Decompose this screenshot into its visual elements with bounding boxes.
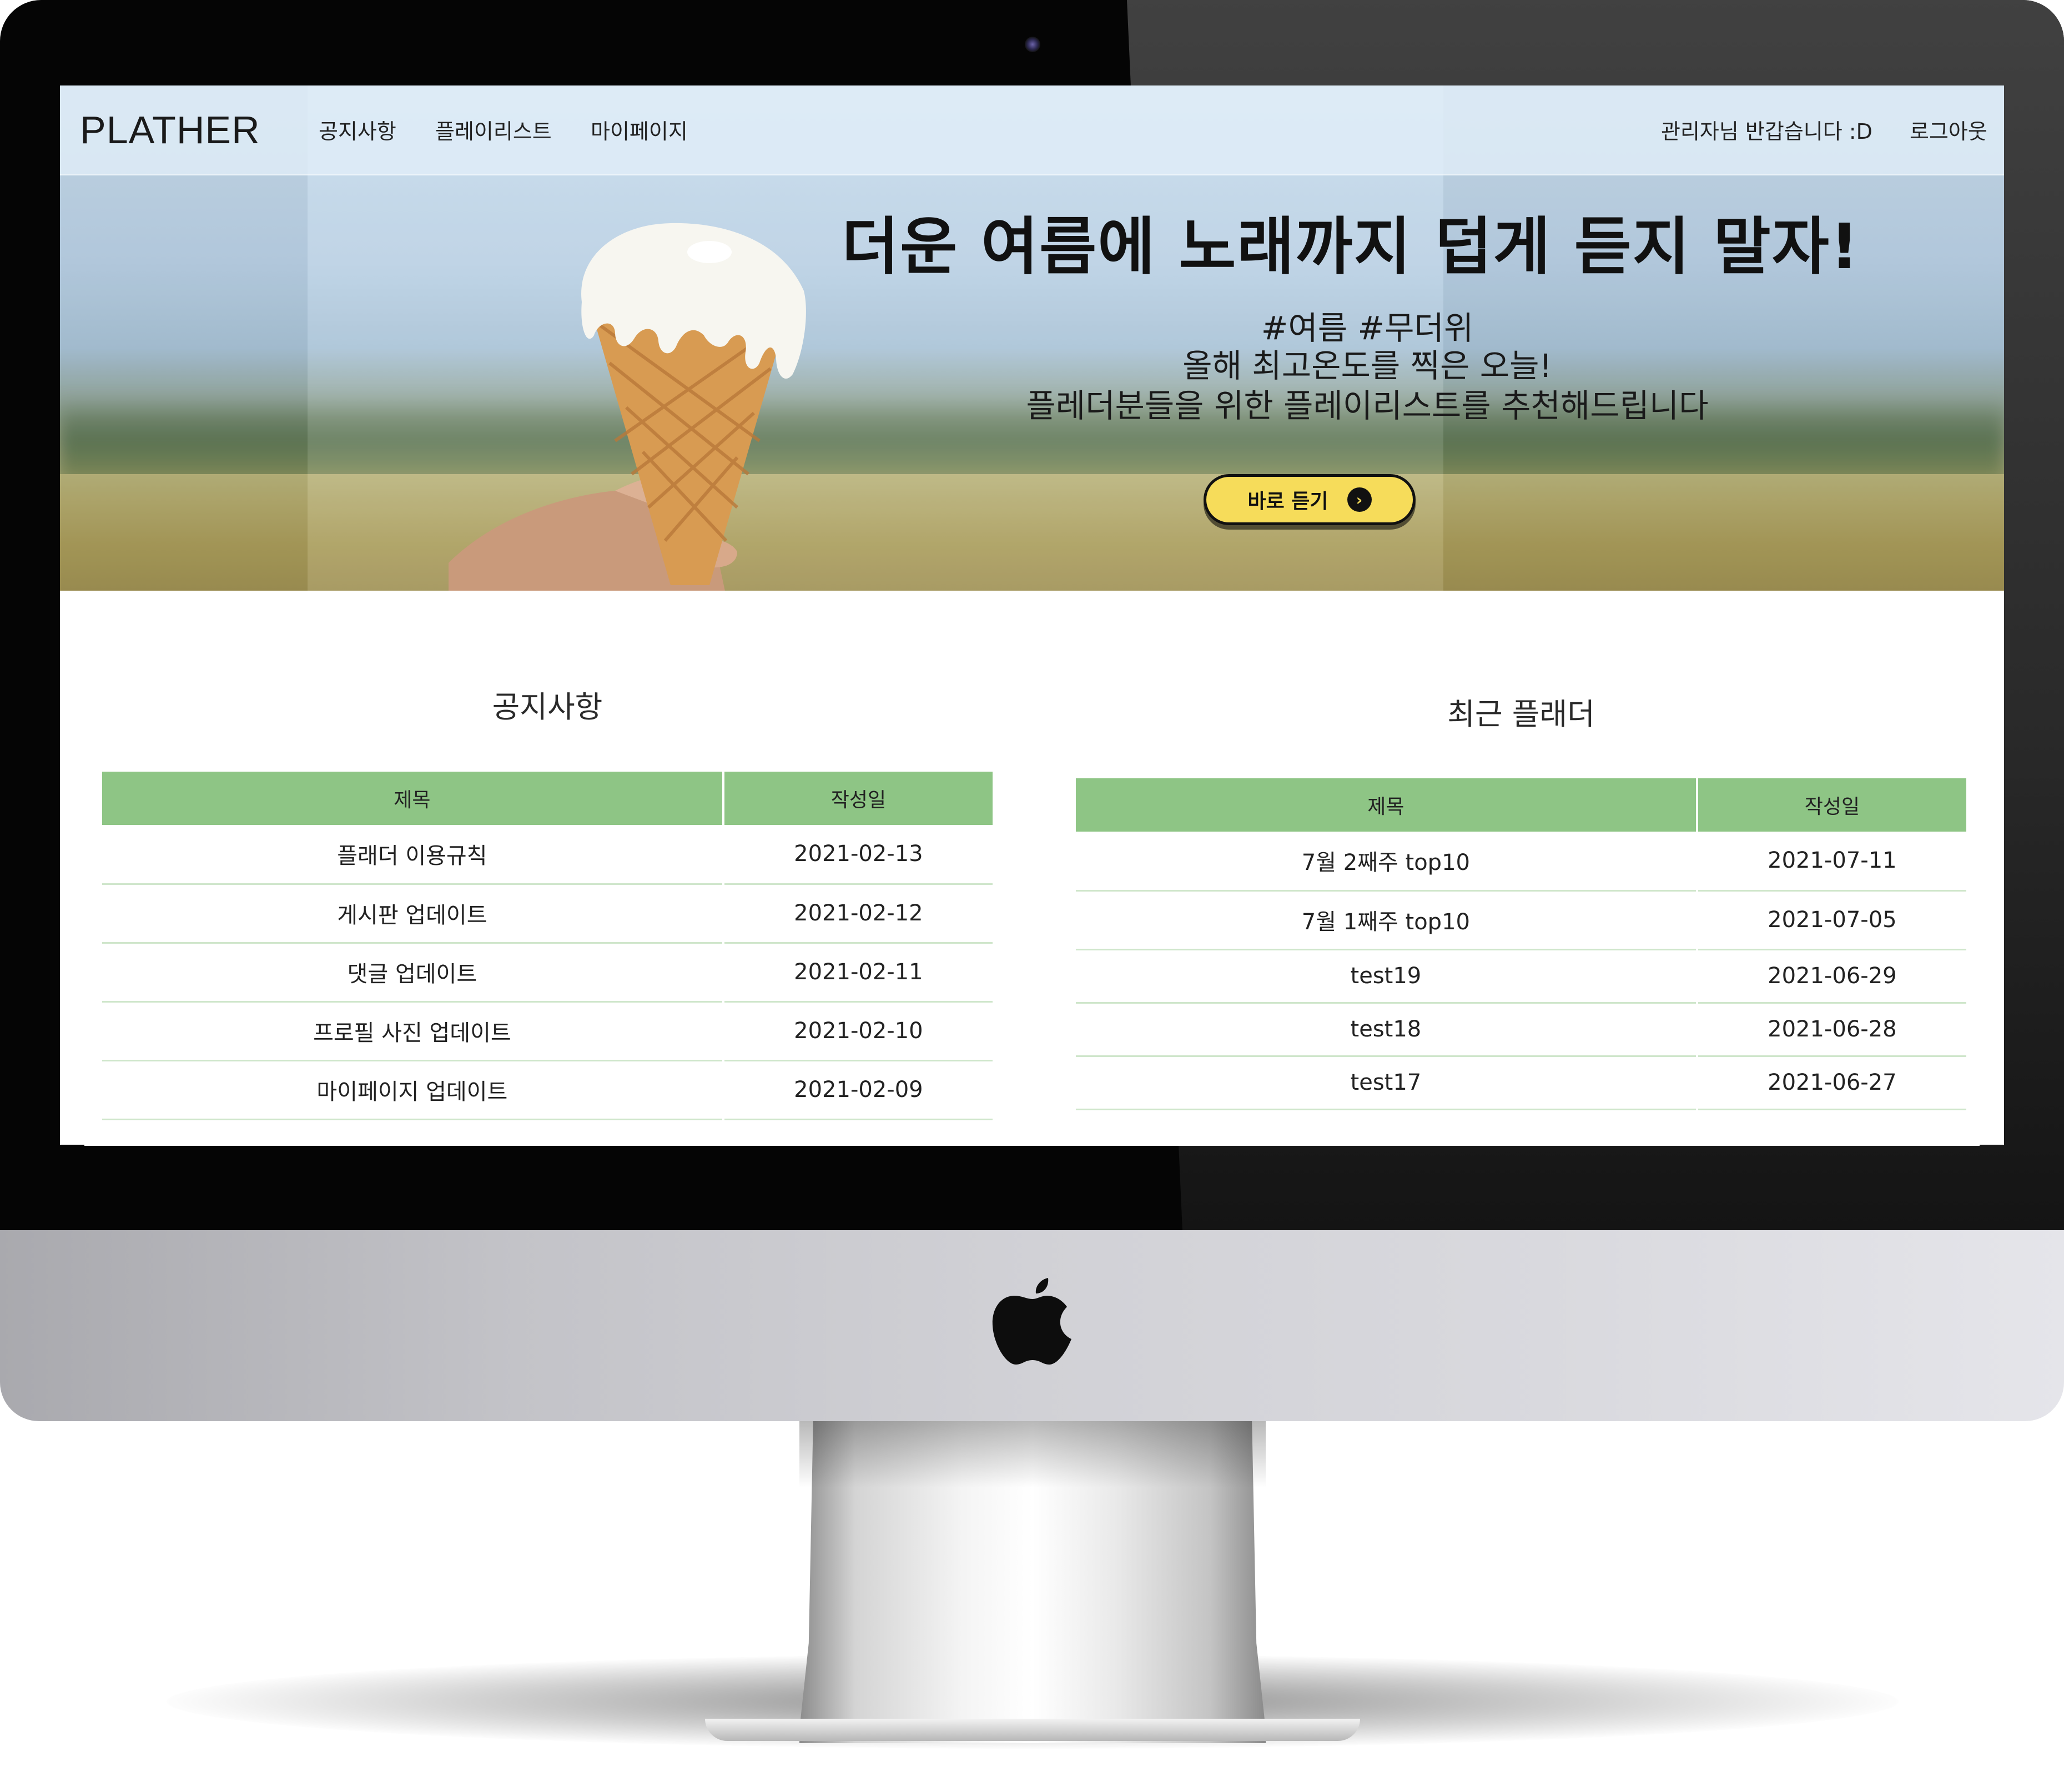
notice-title[interactable]: 마이페이지 업데이트: [102, 1060, 724, 1120]
table-row[interactable]: test17 2021-06-27: [1076, 1056, 1966, 1110]
table-row[interactable]: test19 2021-06-29: [1076, 949, 1966, 1004]
notices-col-date: 작성일: [723, 772, 993, 825]
table-row[interactable]: 7월 2째주 top10 2021-07-11: [1076, 832, 1966, 892]
listen-now-label: 바로 듣기: [1247, 490, 1328, 513]
user-greeting: 관리자님 반갑습니다 :D: [1661, 119, 1872, 144]
listen-now-button[interactable]: 바로 듣기 ›: [1204, 474, 1416, 525]
recent-title: 최근 플래더: [1447, 697, 1595, 732]
notices-table: 제목 작성일 플래더 이용규칙 2021-02-13 게시판 업데이트 2021…: [102, 772, 993, 1120]
arrow-right-circle-icon: ›: [1347, 487, 1372, 512]
recent-item-date: 2021-06-29: [1696, 949, 1966, 1004]
recent-item-date: 2021-06-27: [1696, 1056, 1966, 1110]
notice-date: 2021-02-09: [723, 1060, 993, 1120]
table-row[interactable]: 댓글 업데이트 2021-02-11: [102, 943, 993, 1003]
recent-item-date: 2021-06-28: [1696, 1003, 1966, 1057]
recent-item-date: 2021-07-11: [1696, 832, 1966, 892]
notices-title: 공지사항: [492, 689, 603, 724]
table-row[interactable]: 플래더 이용규칙 2021-02-13: [102, 825, 993, 885]
notice-title[interactable]: 게시판 업데이트: [102, 884, 724, 944]
stand-shade: [799, 1410, 1266, 1488]
recent-item-title[interactable]: test17: [1076, 1056, 1698, 1110]
recent-col-title: 제목: [1076, 778, 1698, 832]
notice-title[interactable]: 플래더 이용규칙: [102, 825, 724, 885]
notice-date: 2021-02-11: [723, 943, 993, 1003]
camera-icon: [1025, 37, 1040, 52]
notice-title[interactable]: 댓글 업데이트: [102, 943, 724, 1003]
stand-base: [705, 1719, 1360, 1741]
table-row[interactable]: 7월 1째주 top10 2021-07-05: [1076, 890, 1966, 950]
recent-item-date: 2021-07-05: [1696, 890, 1966, 950]
table-row[interactable]: test18 2021-06-28: [1076, 1003, 1966, 1057]
notices-header-row: 제목 작성일: [102, 772, 993, 825]
notice-title[interactable]: 프로필 사진 업데이트: [102, 1001, 724, 1061]
apple-logo-icon: [992, 1278, 1071, 1365]
screen: 더운 여름에 노래까지 덥게 듣지 말자! #여름 #무더위 올해 최고온도를 …: [60, 85, 2004, 1145]
table-row[interactable]: 마이페이지 업데이트 2021-02-09: [102, 1060, 993, 1120]
table-row[interactable]: 프로필 사진 업데이트 2021-02-10: [102, 1001, 993, 1061]
site-logo[interactable]: PLATHER: [80, 108, 260, 152]
recent-item-title[interactable]: 7월 1째주 top10: [1076, 890, 1698, 950]
notices-col-title: 제목: [102, 772, 724, 825]
recent-item-title[interactable]: 7월 2째주 top10: [1076, 832, 1698, 892]
notice-date: 2021-02-12: [723, 884, 993, 944]
hero-heading: 더운 여름에 노래까지 덥게 듣지 말자!: [842, 211, 1860, 283]
hero-subtitle-2: 플레더분들을 위한 플레이리스트를 추천해드립니다: [1026, 387, 1709, 425]
table-row[interactable]: 게시판 업데이트 2021-02-12: [102, 884, 993, 944]
nav-item-playlists[interactable]: 플레이리스트: [435, 114, 552, 145]
recent-item-title[interactable]: test19: [1076, 949, 1698, 1004]
recent-item-title[interactable]: test18: [1076, 1003, 1698, 1057]
recent-col-date: 작성일: [1696, 778, 1966, 832]
recent-header-row: 제목 작성일: [1076, 778, 1966, 832]
logout-link[interactable]: 로그아웃: [1910, 114, 1987, 145]
notice-date: 2021-02-13: [723, 825, 993, 885]
nav-item-notices[interactable]: 공지사항: [319, 114, 396, 145]
notice-date: 2021-02-10: [723, 1001, 993, 1061]
recent-table: 제목 작성일 7월 2째주 top10 2021-07-11 7월 1째주 to…: [1076, 778, 1966, 1110]
top-navigation: PLATHER 공지사항 플레이리스트 마이페이지 관리자님 반갑습니다 :D …: [60, 85, 2004, 175]
nav-item-mypage[interactable]: 마이페이지: [591, 114, 688, 145]
